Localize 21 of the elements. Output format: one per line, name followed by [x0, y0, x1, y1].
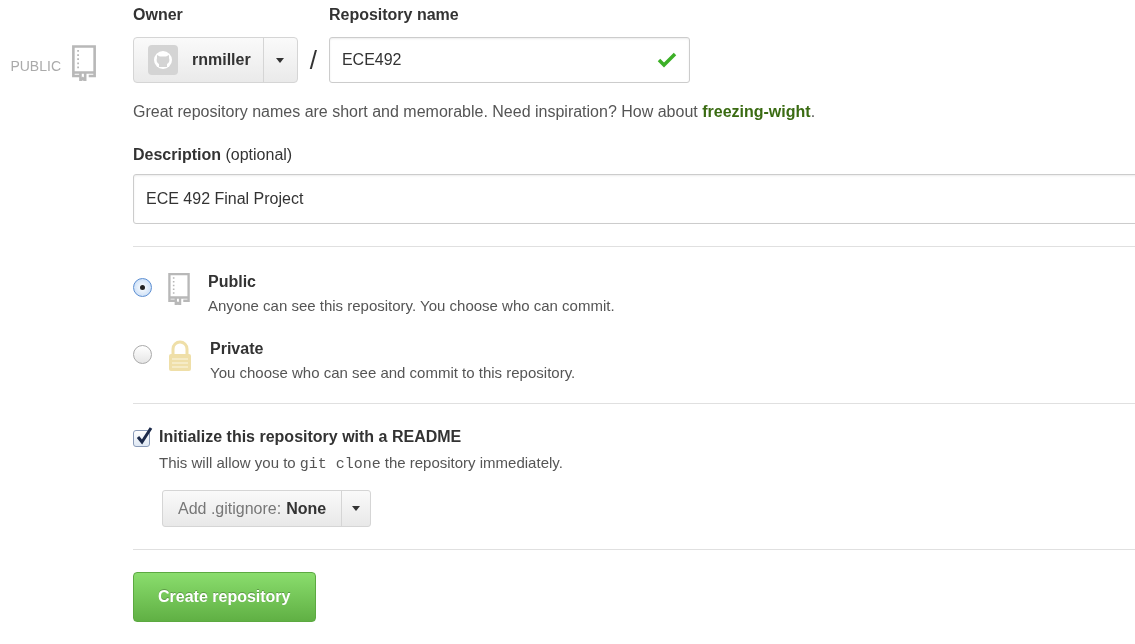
option-description: You choose who can see and commit to this repository. — [210, 364, 576, 381]
book-icon — [167, 273, 191, 305]
option-title: Private — [210, 340, 265, 358]
avatar-icon — [148, 45, 178, 75]
book-icon — [71, 45, 97, 81]
option-description: Anyone can see this repository. You choose who can commit. — [208, 297, 615, 314]
visibility-label: PUBLIC — [10, 58, 61, 74]
readme-hint: This will allow you to git clone the repository immediately. — [159, 454, 563, 473]
description-field[interactable]: ECE 492 Final Project — [133, 174, 1135, 224]
repository-name-label: Repository name — [328, 6, 460, 24]
radio-button[interactable] — [133, 345, 152, 364]
name-suggestion-text: Great repository names are short and memorable. Need inspiration? How about freezing-wight. — [133, 103, 817, 121]
description-label: Description (optional) — [133, 146, 294, 164]
option-title: Public — [208, 273, 257, 291]
readme-label: Initialize this repository with a README — [159, 428, 463, 446]
lock-icon — [167, 340, 193, 372]
owner-label: Owner — [133, 6, 184, 24]
repository-name-field[interactable]: ECE492 — [328, 37, 690, 83]
radio-button[interactable] — [133, 278, 152, 297]
checkbox[interactable] — [133, 430, 150, 447]
path-separator: / — [309, 43, 317, 77]
